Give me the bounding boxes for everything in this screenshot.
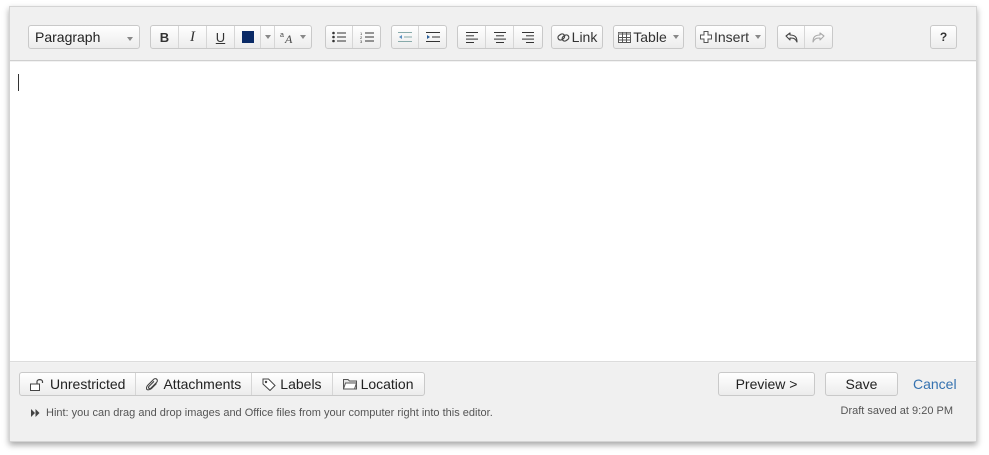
align-right-icon <box>522 31 534 43</box>
location-label: Location <box>360 376 414 392</box>
table-button[interactable]: Table <box>613 25 684 49</box>
text-color-button[interactable] <box>235 26 261 48</box>
indent-group <box>391 25 447 49</box>
align-left-button[interactable] <box>458 26 486 48</box>
numbered-list-icon: 123 <box>360 31 374 43</box>
history-group <box>777 25 833 49</box>
preview-label: Preview > <box>735 376 798 392</box>
svg-text:3: 3 <box>360 39 363 43</box>
attachments-button[interactable]: Attachments <box>136 373 253 395</box>
indent-icon <box>425 31 440 43</box>
hint-text: Hint: you can drag and drop images and O… <box>46 407 493 419</box>
page-metadata-group: Unrestricted Attachments Labels Location <box>19 372 425 396</box>
editor-footer: Unrestricted Attachments Labels Location <box>10 363 976 441</box>
align-center-icon <box>493 31 506 43</box>
link-icon <box>557 32 570 43</box>
help-label: ? <box>939 30 948 44</box>
underline-button[interactable]: U <box>207 26 235 48</box>
table-label: Table <box>633 29 667 45</box>
redo-icon <box>812 31 825 43</box>
bullet-list-button[interactable] <box>326 26 353 48</box>
color-swatch-icon <box>241 31 254 43</box>
chevron-down-icon <box>127 37 133 41</box>
bold-label: B <box>159 29 170 45</box>
align-center-button[interactable] <box>486 26 514 48</box>
attachments-label: Attachments <box>163 376 242 392</box>
cancel-link[interactable]: Cancel <box>913 376 957 392</box>
bullet-list-icon <box>332 31 346 43</box>
restrictions-button[interactable]: Unrestricted <box>20 373 137 395</box>
numbered-list-button[interactable]: 123 <box>353 26 380 48</box>
text-style-group: B I U aA <box>150 25 312 49</box>
outdent-button[interactable] <box>392 26 419 48</box>
text-cursor <box>18 74 19 91</box>
insert-button[interactable]: Insert <box>695 25 766 49</box>
tag-icon <box>262 378 277 391</box>
insert-label: Insert <box>713 29 749 45</box>
font-size-button[interactable]: aA <box>275 26 311 48</box>
chevron-down-icon <box>672 35 679 39</box>
text-color-dropdown[interactable] <box>261 26 275 48</box>
redo-button[interactable] <box>805 26 832 48</box>
editor-frame: Paragraph B I U aA 1 2 3 Link Table Inse… <box>9 6 977 442</box>
paragraph-format-select[interactable]: Paragraph <box>28 25 140 49</box>
folder-icon <box>342 378 357 390</box>
font-size-icon: aA <box>280 30 296 44</box>
drag-drop-hint: Hint: you can drag and drop images and O… <box>31 407 493 419</box>
help-button[interactable]: ? <box>930 25 957 49</box>
undo-button[interactable] <box>778 26 805 48</box>
align-right-button[interactable] <box>514 26 542 48</box>
alignment-group <box>457 25 543 49</box>
editor-toolbar: Paragraph B I U aA 1 2 3 Link Table Inse… <box>10 7 976 61</box>
unlock-icon <box>30 378 46 391</box>
plus-icon <box>699 31 712 43</box>
labels-label: Labels <box>280 376 322 392</box>
table-icon <box>618 31 632 43</box>
link-button[interactable]: Link <box>551 25 603 49</box>
restrictions-label: Unrestricted <box>50 376 126 392</box>
underline-label: U <box>215 29 226 45</box>
italic-label: I <box>190 28 195 45</box>
chevron-down-icon <box>264 35 271 39</box>
save-button[interactable]: Save <box>825 372 898 396</box>
italic-button[interactable]: I <box>179 26 207 48</box>
labels-button[interactable]: Labels <box>252 373 333 395</box>
svg-text:a: a <box>280 32 284 39</box>
editor-content-area[interactable] <box>10 62 976 362</box>
double-chevron-right-icon <box>31 409 40 417</box>
link-label: Link <box>571 29 598 45</box>
paperclip-icon <box>146 377 159 391</box>
align-left-icon <box>465 31 478 43</box>
svg-text:A: A <box>284 32 293 44</box>
bold-button[interactable]: B <box>151 26 179 48</box>
save-label: Save <box>845 376 878 392</box>
chevron-down-icon <box>755 35 761 39</box>
preview-button[interactable]: Preview > <box>718 372 815 396</box>
outdent-icon <box>398 31 412 43</box>
draft-status: Draft saved at 9:20 PM <box>840 405 954 417</box>
undo-icon <box>784 31 798 43</box>
location-button[interactable]: Location <box>333 373 424 395</box>
indent-button[interactable] <box>419 26 446 48</box>
paragraph-format-value: Paragraph <box>35 29 101 45</box>
list-group: 123 <box>325 25 381 49</box>
chevron-down-icon <box>300 35 306 39</box>
